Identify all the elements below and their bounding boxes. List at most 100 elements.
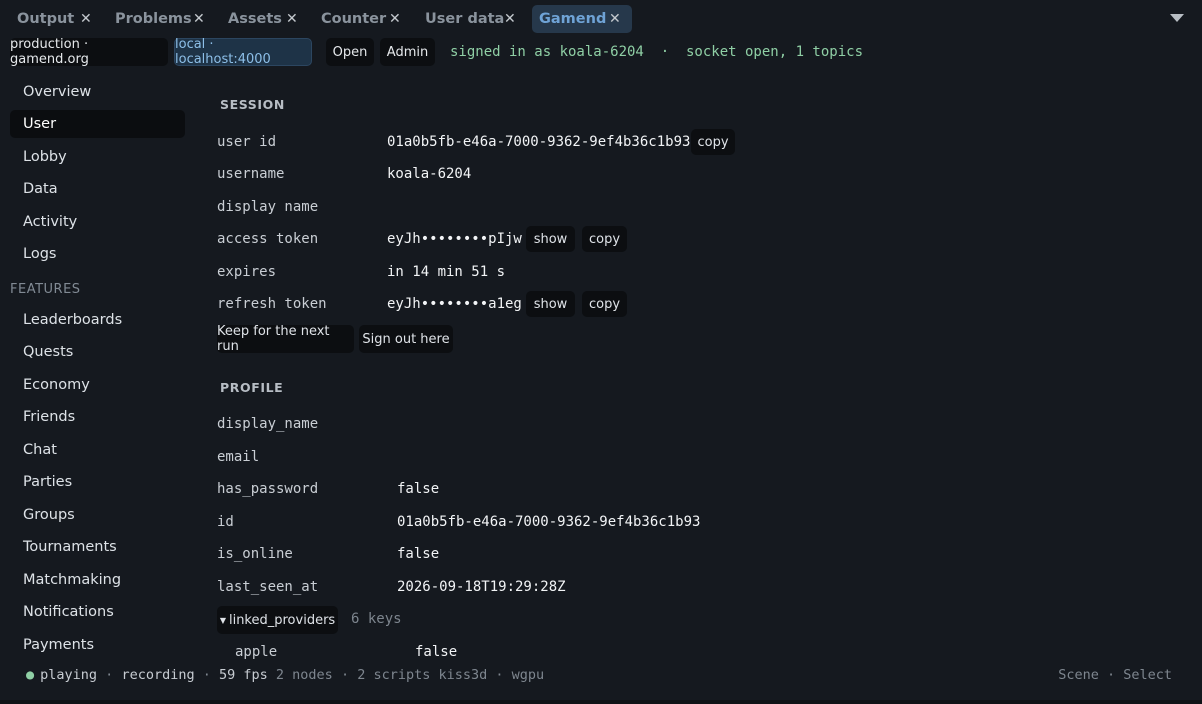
close-icon[interactable]: ✕ [286, 11, 298, 27]
playing-status: playing [40, 667, 98, 683]
tab-label: Assets [228, 11, 282, 27]
sidebar-item-overview[interactable]: Overview [10, 78, 185, 106]
sign-out-button[interactable]: Sign out here [359, 325, 453, 353]
sidebar-item-lobby[interactable]: Lobby [10, 143, 185, 171]
refresh-token-value: eyJh••••••••a1eg [387, 296, 522, 312]
open-button[interactable]: Open [326, 38, 374, 66]
tab-problems[interactable]: Problems ✕ [108, 5, 208, 33]
copy-access-token-button[interactable]: copy [582, 226, 627, 252]
is-online-label: is_online [217, 546, 293, 562]
separator: · [97, 667, 122, 683]
admin-button[interactable]: Admin [380, 38, 435, 66]
env-production-button[interactable]: production · gamend.org [10, 37, 168, 67]
status-bar: ● playing · recording · 59 fps 2 nodes · … [0, 664, 1202, 688]
apple-value: false [415, 644, 458, 660]
access-token-label: access token [217, 231, 319, 247]
profile-id-label: id [217, 514, 234, 530]
tab-label: Problems [115, 11, 192, 27]
apple-label: apple [235, 644, 278, 660]
separator: · [487, 667, 512, 683]
scripts-count: 2 scripts [357, 667, 431, 683]
sidebar-item-leaderboards[interactable]: Leaderboards [10, 306, 185, 334]
sidebar-item-tournaments[interactable]: Tournaments [10, 533, 185, 561]
sidebar: Overview User Lobby Data Activity Logs F… [0, 76, 195, 661]
status-left: ● playing · recording · 59 fps 2 nodes · … [26, 667, 544, 683]
close-icon[interactable]: ✕ [504, 11, 516, 27]
user-id-label: user id [217, 134, 277, 150]
expires-value: in 14 min 51 s [387, 264, 506, 280]
session-title: SESSION [220, 97, 285, 112]
tab-output[interactable]: Output ✕ [10, 5, 100, 33]
sidebar-item-groups[interactable]: Groups [10, 501, 185, 529]
profile-email-label: email [217, 449, 260, 465]
engine-name: kiss3d [438, 667, 488, 683]
separator: · [194, 667, 219, 683]
close-icon[interactable]: ✕ [193, 11, 205, 27]
close-icon[interactable]: ✕ [80, 11, 92, 27]
close-icon[interactable]: ✕ [389, 11, 401, 27]
sidebar-item-chat[interactable]: Chat [10, 436, 185, 464]
keep-for-next-run-button[interactable]: Keep for the next run [217, 324, 354, 354]
tab-user-data[interactable]: User data ✕ [418, 5, 523, 33]
separator: · [1098, 667, 1124, 683]
features-heading: FEATURES [10, 282, 81, 297]
separator: · [332, 667, 358, 683]
tab-counter[interactable]: Counter ✕ [314, 5, 406, 33]
recording-status: recording [121, 667, 195, 683]
username-label: username [217, 166, 285, 182]
show-access-token-button[interactable]: show [526, 226, 575, 252]
tab-label: Output [17, 11, 75, 27]
caret-down-icon: ▼ [219, 615, 226, 625]
username-value: koala-6204 [387, 166, 472, 182]
sidebar-item-quests[interactable]: Quests [10, 338, 185, 366]
has-password-label: has_password [217, 481, 319, 497]
sidebar-item-parties[interactable]: Parties [10, 468, 185, 496]
linked-providers-count: 6 keys [351, 611, 402, 627]
close-icon[interactable]: ✕ [609, 11, 621, 27]
linked-providers-label: linked_providers [228, 612, 336, 628]
has-password-value: false [397, 481, 440, 497]
sidebar-item-activity[interactable]: Activity [10, 208, 185, 236]
user-id-value: 01a0b5fb-e46a-7000-9362-9ef4b36c1b93 [387, 134, 691, 150]
last-seen-at-label: last_seen_at [217, 579, 319, 595]
profile-title: PROFILE [220, 380, 284, 395]
select-button[interactable]: Select [1123, 667, 1172, 683]
backend-name: wgpu [511, 667, 545, 683]
last-seen-at-value: 2026-09-18T19:29:28Z [397, 579, 566, 595]
tab-bar: Output ✕ Problems ✕ Assets ✕ Counter ✕ U… [0, 0, 1202, 38]
access-token-value: eyJh••••••••pIjw [387, 231, 522, 247]
tab-assets[interactable]: Assets ✕ [221, 5, 306, 33]
chevron-down-icon[interactable] [1170, 14, 1184, 22]
status-right: Scene · Select [1058, 667, 1172, 683]
sidebar-item-logs[interactable]: Logs [10, 240, 185, 268]
tab-label: User data [425, 11, 505, 27]
bottom-border [0, 700, 1202, 704]
display-name-label: display name [217, 199, 319, 215]
linked-providers-toggle[interactable]: ▼ linked_providers [217, 606, 338, 634]
connection-status: signed in as koala-6204 · socket open, 1… [450, 44, 864, 60]
playing-dot-icon: ● [26, 667, 35, 683]
refresh-token-label: refresh token [217, 296, 327, 312]
sidebar-item-economy[interactable]: Economy [10, 371, 185, 399]
show-refresh-token-button[interactable]: show [526, 291, 575, 317]
sidebar-item-payments[interactable]: Payments [10, 631, 185, 659]
expires-label: expires [217, 264, 277, 280]
is-online-value: false [397, 546, 440, 562]
sidebar-item-data[interactable]: Data [10, 175, 185, 203]
nodes-count: 2 nodes [275, 667, 333, 683]
sidebar-item-user[interactable]: User [10, 110, 185, 138]
toolbar: production · gamend.org local · localhos… [0, 37, 1202, 68]
scene-button[interactable]: Scene [1058, 667, 1099, 683]
tab-gamend[interactable]: Gamend ✕ [532, 5, 632, 33]
sidebar-item-matchmaking[interactable]: Matchmaking [10, 566, 185, 594]
copy-user-id-button[interactable]: copy [691, 129, 735, 155]
sidebar-item-friends[interactable]: Friends [10, 403, 185, 431]
tab-label: Counter [321, 11, 387, 27]
copy-refresh-token-button[interactable]: copy [582, 291, 627, 317]
profile-id-value: 01a0b5fb-e46a-7000-9362-9ef4b36c1b93 [397, 514, 701, 530]
fps-readout: 59 fps [218, 667, 268, 683]
profile-display-name-label: display_name [217, 416, 319, 432]
tab-label: Gamend [539, 11, 607, 27]
sidebar-item-notifications[interactable]: Notifications [10, 598, 185, 626]
env-local-button[interactable]: local · localhost:4000 [174, 37, 312, 67]
